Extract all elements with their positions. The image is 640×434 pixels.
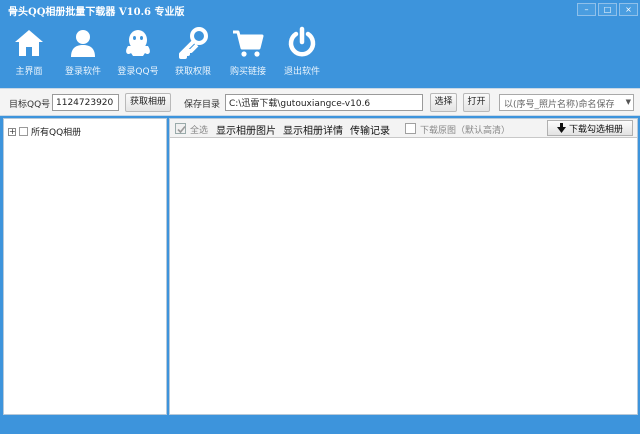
content-toolbar: 全选 显示相册图片 显示相册详情 传输记录 下载原图（默认高清） 下载勾选相册 (170, 119, 637, 138)
toolbar-purchase-link-label: 购买链接 (229, 67, 266, 77)
toolbar-exit-button[interactable]: 退出软件 (275, 24, 329, 80)
select-all-checkbox[interactable] (175, 123, 186, 134)
toolbar-home-button[interactable]: 主界面 (2, 24, 56, 80)
tree-root-checkbox[interactable] (19, 127, 28, 136)
save-dir-input[interactable] (225, 94, 423, 111)
download-arrow-icon (556, 123, 566, 133)
window-controls: – □ × (577, 3, 638, 16)
toolbar-purchase-link-button[interactable]: 购买链接 (221, 24, 275, 80)
album-tree-panel: + 所有QQ相册 (3, 118, 167, 415)
chevron-down-icon: ▼ (625, 98, 631, 106)
show-details-tab[interactable]: 显示相册详情 (283, 122, 343, 137)
toolbar-login-qq-label: 登录QQ号 (117, 67, 159, 77)
toolbar-home-label: 主界面 (15, 67, 43, 77)
options-bar: 目标QQ号 获取相册 保存目录 选择 打开 以(序号_照片名称)命名保存 ▼ (0, 88, 640, 116)
close-button[interactable]: × (619, 3, 638, 16)
toolbar-exit-label: 退出软件 (283, 67, 320, 77)
download-selected-label: 下载勾选相册 (568, 124, 623, 135)
target-qq-input[interactable] (52, 94, 119, 111)
tree-root-label: 所有QQ相册 (31, 128, 82, 138)
home-icon (15, 30, 43, 56)
maximize-button[interactable]: □ (598, 3, 617, 16)
open-dir-button[interactable]: 打开 (463, 93, 490, 112)
target-qq-label: 目标QQ号 (9, 100, 51, 110)
get-album-button[interactable]: 获取相册 (125, 93, 171, 112)
choose-dir-button[interactable]: 选择 (430, 93, 457, 112)
album-content-panel: 全选 显示相册图片 显示相册详情 传输记录 下载原图（默认高清） 下载勾选相册 (169, 118, 638, 415)
qq-penguin-icon (126, 30, 150, 56)
tree-root-item[interactable]: + 所有QQ相册 (8, 125, 81, 138)
tree-expand-icon[interactable]: + (8, 127, 16, 136)
naming-select[interactable]: 以(序号_照片名称)命名保存 ▼ (499, 94, 634, 111)
toolbar-login-software-button[interactable]: 登录软件 (56, 24, 110, 80)
checkmark-icon (177, 125, 186, 134)
download-original-label[interactable]: 下载原图（默认高清） (420, 123, 510, 136)
download-selected-button[interactable]: 下载勾选相册 (547, 120, 633, 136)
key-icon (179, 27, 208, 59)
power-icon (288, 26, 316, 57)
minimize-button[interactable]: – (577, 3, 596, 16)
download-original-checkbox[interactable] (405, 123, 416, 134)
toolbar-get-permission-button[interactable]: 获取权限 (166, 24, 220, 80)
user-icon (71, 30, 95, 57)
toolbar-get-permission-label: 获取权限 (174, 67, 211, 77)
window-title: 骨头QQ相册批量下载器 V10.6 专业版 (8, 7, 185, 18)
cart-icon (233, 30, 264, 57)
transfer-log-tab[interactable]: 传输记录 (350, 122, 390, 137)
app-window: 骨头QQ相册批量下载器 V10.6 专业版 – □ × 主界面 登录软件 登录Q… (0, 0, 640, 434)
toolbar-login-qq-button[interactable]: 登录QQ号 (111, 24, 165, 80)
save-dir-label: 保存目录 (184, 100, 221, 110)
naming-select-value: 以(序号_照片名称)命名保存 (504, 100, 615, 110)
title-bar: 骨头QQ相册批量下载器 V10.6 专业版 – □ × (0, 0, 640, 20)
show-images-tab[interactable]: 显示相册图片 (216, 122, 276, 137)
toolbar-login-software-label: 登录软件 (64, 67, 101, 77)
status-bar (0, 417, 640, 434)
main-toolbar: 主界面 登录软件 登录QQ号 获取权限 购买链接 退出软件 (0, 22, 640, 84)
select-all-label[interactable]: 全选 (190, 123, 208, 136)
